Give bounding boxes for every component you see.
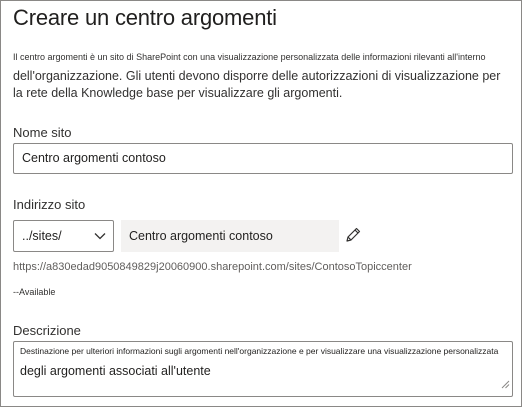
pencil-icon[interactable] (344, 226, 362, 249)
page-description: Il centro argomenti è un sito di SharePo… (13, 51, 513, 102)
site-path-dropdown[interactable]: ../sites/ (13, 220, 114, 252)
chevron-down-icon (93, 229, 107, 246)
availability-status: --Available (13, 287, 56, 297)
description-label: Descrizione (13, 323, 81, 338)
description-line-2: dell'organizzazione. Gli utenti devono d… (13, 69, 501, 100)
site-url-preview: https://a830edad9050849829j20060900.shar… (13, 261, 412, 273)
description-text-line-1: Destinazione per ulteriori informazioni … (20, 346, 499, 356)
site-name-label: Nome sito (13, 125, 72, 140)
create-topic-center-panel: Creare un centro argomenti Il centro arg… (0, 0, 522, 407)
resize-grip-icon[interactable] (501, 376, 510, 394)
description-textarea[interactable]: Destinazione per ulteriori informazioni … (13, 341, 513, 397)
site-name-input[interactable]: Centro argomenti contoso (13, 143, 513, 174)
page-title: Creare un centro argomenti (13, 5, 277, 30)
site-address-label: Indirizzo sito (13, 197, 86, 212)
description-text-line-2: degli argomenti associati all'utente (20, 364, 211, 378)
site-slug-field: Centro argomenti contoso (121, 220, 339, 252)
description-line-1: Il centro argomenti è un sito di SharePo… (13, 52, 486, 62)
site-path-value: ../sites/ (22, 229, 62, 243)
